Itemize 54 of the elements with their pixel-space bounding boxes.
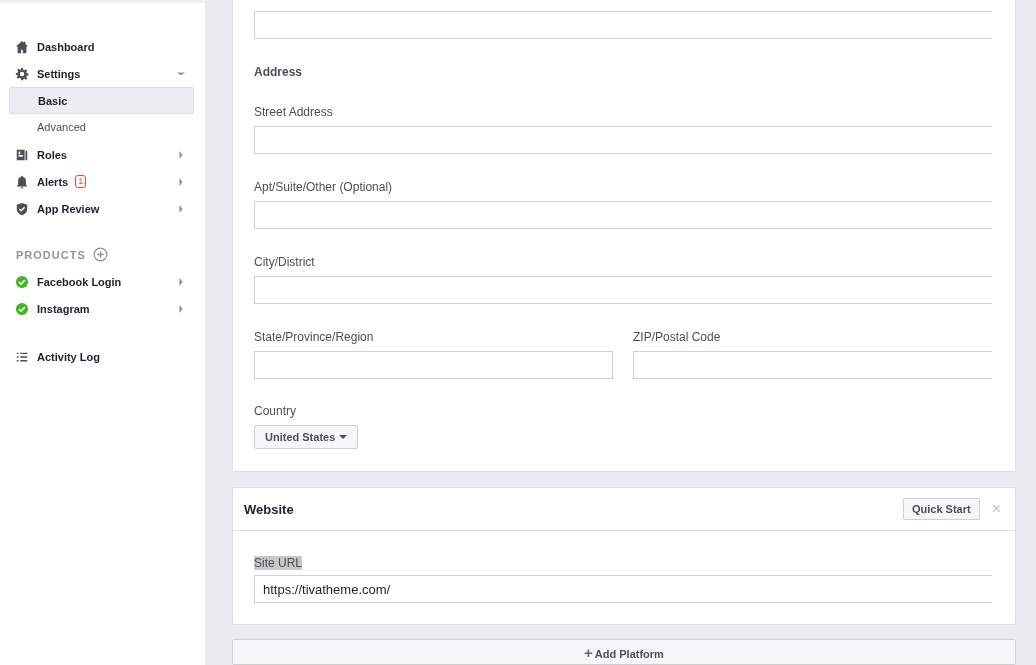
caret-right-icon[interactable]	[177, 304, 185, 313]
sidebar-subitem[interactable]: Advanced	[9, 114, 194, 141]
gear-icon	[15, 66, 29, 81]
section-heading: Address	[254, 65, 303, 79]
apt-field[interactable]	[254, 201, 992, 229]
zip-field[interactable]	[633, 351, 992, 379]
sidebar-subitem[interactable]: Basic	[9, 87, 194, 114]
field-label: Street Address	[254, 105, 333, 119]
sidebar-item[interactable]: Dashboard	[0, 33, 205, 60]
field-label: City/District	[254, 255, 315, 269]
shield-check-icon	[15, 201, 29, 216]
sidebar-item[interactable]: Facebook Login	[0, 268, 205, 295]
sidebar-item-label: Settings	[37, 67, 81, 80]
site-url-field[interactable]: https://tivatheme.com/	[254, 575, 992, 603]
sidebar-item[interactable]: Instagram	[0, 295, 205, 322]
city-field[interactable]	[254, 276, 992, 304]
caret-down-icon	[339, 434, 348, 440]
sidebar-item[interactable]: Roles	[0, 141, 205, 168]
field-label: Site URL	[254, 556, 303, 570]
caret-right-icon[interactable]	[177, 277, 185, 286]
sidebar-item-label: Dashboard	[37, 40, 95, 53]
id-card-icon	[15, 147, 29, 162]
sidebar-item-label: Instagram	[37, 302, 90, 315]
bell-icon	[15, 174, 29, 189]
quick-start-button[interactable]: Quick Start	[902, 498, 980, 520]
email-field[interactable]	[254, 11, 992, 39]
field-label: ZIP/Postal Code	[633, 330, 722, 344]
street-address-field[interactable]	[254, 126, 992, 154]
add-circle-icon[interactable]	[92, 247, 108, 262]
caret-right-icon[interactable]	[177, 150, 185, 159]
field-label: State/Province/Region	[254, 330, 375, 344]
field-label: Country	[254, 404, 297, 418]
sidebar-item-label: Alerts	[37, 175, 69, 188]
field-label: Apt/Suite/Other (Optional)	[254, 180, 393, 194]
section-heading: PRODUCTS	[16, 248, 86, 261]
check-circle-icon	[15, 274, 29, 289]
sidebar-item[interactable]: Activity Log	[0, 343, 205, 370]
home-icon	[15, 39, 29, 54]
caret-right-icon[interactable]	[177, 177, 185, 186]
country-dropdown[interactable]: United States	[254, 425, 359, 449]
card-title: Website	[244, 501, 295, 517]
sidebar-item-label: Facebook Login	[37, 275, 122, 288]
caret-right-icon[interactable]	[177, 204, 185, 213]
check-circle-icon	[15, 301, 29, 316]
state-field[interactable]	[254, 351, 613, 379]
sidebar-item[interactable]: Settings	[0, 60, 205, 87]
sidebar-item-label: Roles	[37, 148, 67, 161]
sidebar-item[interactable]: App Review	[0, 195, 205, 222]
sidebar-item-label: Activity Log	[37, 350, 100, 363]
sidebar-item[interactable]: Alerts 1	[0, 168, 205, 195]
sidebar-item-label: App Review	[37, 202, 100, 215]
add-platform-button[interactable]: +Add Platform	[232, 639, 1016, 665]
alert-count-badge: 1	[75, 175, 87, 188]
caret-down-icon[interactable]	[177, 69, 185, 78]
